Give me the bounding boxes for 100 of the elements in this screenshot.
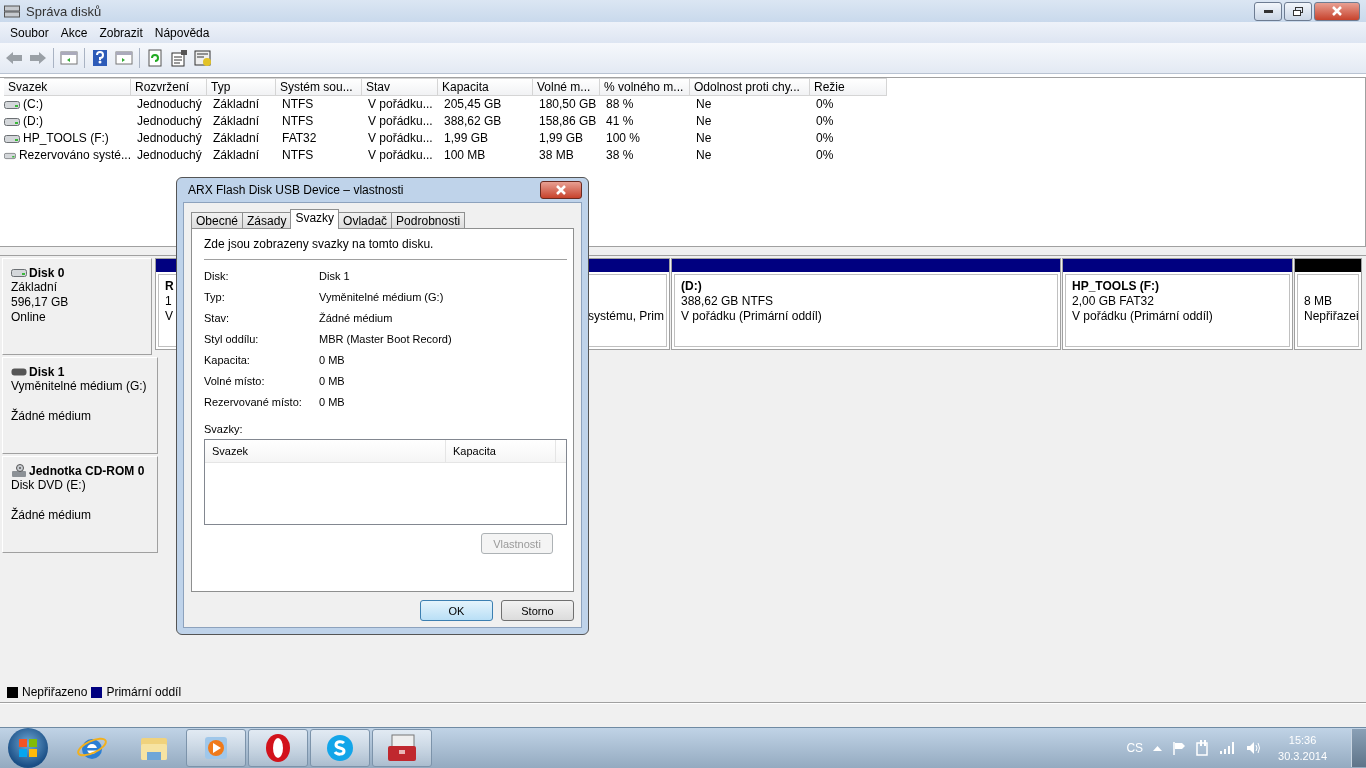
tab[interactable]: Obecné [191,212,244,229]
panel-icon[interactable] [115,49,133,67]
close-icon [556,185,566,195]
partition-info: systému, Prim [588,309,664,324]
settings-icon[interactable] [194,49,212,67]
close-button[interactable] [1314,1,1360,21]
column-header[interactable]: Stav [362,78,438,96]
info-value: Žádné médium [319,311,394,326]
disk-info: 596,17 GB [11,295,70,310]
tab[interactable]: Ovladač [338,212,393,229]
legend-label: Primární oddíl [106,685,182,699]
info-label: Stav: [204,311,231,326]
partition-info: (D:) [681,279,702,294]
close-button[interactable] [540,181,582,199]
table-cell: 0% [816,130,834,147]
table-cell: 0% [816,96,834,113]
column-header[interactable]: Systém sou... [276,78,362,96]
power-plug-icon[interactable] [1196,740,1211,756]
windows-logo-icon [18,738,38,758]
table-cell: Jednoduchý [137,96,202,113]
removable-drive-icon [11,367,27,376]
table-cell: Základní [213,147,260,164]
menu-item[interactable]: Soubor [4,25,55,40]
show-hidden-icons-icon[interactable] [1153,745,1163,751]
table-cell: Základní [213,96,260,113]
ok-button[interactable]: OK [420,600,493,621]
partition-info: 8 MB [1304,294,1332,309]
properties-icon[interactable] [170,49,188,67]
minimize-icon [1263,9,1273,13]
opera-icon[interactable] [264,733,292,763]
info-label: Styl oddílu: [204,332,260,347]
legend-label: Nepřiřazeno [22,685,88,699]
partition-info: Nepřiřazei [1304,309,1359,324]
table-cell: Ne [696,96,712,113]
drive-icon [11,267,27,278]
start-button[interactable] [8,728,48,768]
info-value: MBR (Master Boot Record) [319,332,453,347]
drive-icon [4,150,16,161]
disk-info: Disk DVD (E:) [11,478,87,493]
signal-icon[interactable] [1220,742,1237,754]
table-cell: Jednoduchý [137,113,202,130]
column-header[interactable]: Typ [207,78,276,96]
table-cell: Ne [696,147,712,164]
table-cell: Ne [696,130,712,147]
disk-name: Disk 1 [29,364,65,379]
menu-item[interactable]: Zobrazit [93,25,149,40]
cd-drive-icon [11,463,27,478]
info-value: Vyměnitelné médium (G:) [319,290,445,305]
column-header[interactable]: Režie [810,78,887,96]
forward-arrow-icon[interactable] [29,49,47,67]
refresh-icon[interactable] [146,49,164,67]
column-header[interactable]: Svazek [205,440,446,462]
table-cell: Základní [213,130,260,147]
skype-icon[interactable] [325,733,355,763]
column-header[interactable]: Kapacita [446,440,556,462]
column-header[interactable]: Rozvržení [131,78,207,96]
menu-item[interactable]: Nápověda [148,25,216,40]
flag-icon[interactable] [1172,741,1187,755]
menu-item[interactable]: Akce [54,25,94,40]
minimize-button[interactable] [1254,1,1282,21]
partition-info: V [165,309,173,324]
drive-icon [4,133,20,144]
drive-icon [4,99,20,110]
cancel-button[interactable]: Storno [501,600,574,621]
column-header[interactable]: Svazek [4,78,131,96]
tab[interactable]: Svazky [290,209,340,229]
table-cell: Rezervováno systé... [18,147,131,164]
column-header[interactable]: % volného m... [600,78,690,96]
column-header[interactable]: Volné m... [533,78,600,96]
dialog-title: ARX Flash Disk USB Device – vlastnosti [188,183,404,197]
table-cell: 100 % [606,130,641,147]
close-icon [1332,6,1342,16]
tab[interactable]: Podrobnosti [391,212,466,229]
media-player-icon[interactable] [202,734,230,762]
show-desktop-button[interactable] [1351,729,1366,767]
table-cell: 41 % [606,113,634,130]
table-cell: V pořádku... [368,113,433,130]
toolbox-icon[interactable] [386,733,418,763]
drive-icon [4,116,20,127]
table-cell: V pořádku... [368,130,433,147]
info-label: Disk: [204,269,230,284]
disk-info: Vyměnitelné médium (G:) [11,379,148,394]
panel-icon[interactable] [60,49,78,67]
window-title: Správa disků [26,3,102,19]
column-header[interactable]: Odolnost proti chy... [690,78,810,96]
table-cell: 100 MB [444,147,486,164]
column-header[interactable]: Kapacita [438,78,533,96]
table-cell: 88 % [606,96,634,113]
table-cell: 38 % [606,147,634,164]
table-cell: 38 MB [539,147,574,164]
partition-info: 1 [165,294,172,309]
volume-icon[interactable] [1246,741,1263,755]
info-value: Disk 1 [319,269,351,284]
table-cell: FAT32 [282,130,317,147]
restore-button[interactable] [1284,1,1312,21]
help-icon[interactable] [91,49,109,67]
info-value: 0 MB [319,374,346,389]
tab[interactable]: Zásady [242,212,292,229]
back-arrow-icon[interactable] [5,49,23,67]
disk-management-icon [4,4,20,18]
